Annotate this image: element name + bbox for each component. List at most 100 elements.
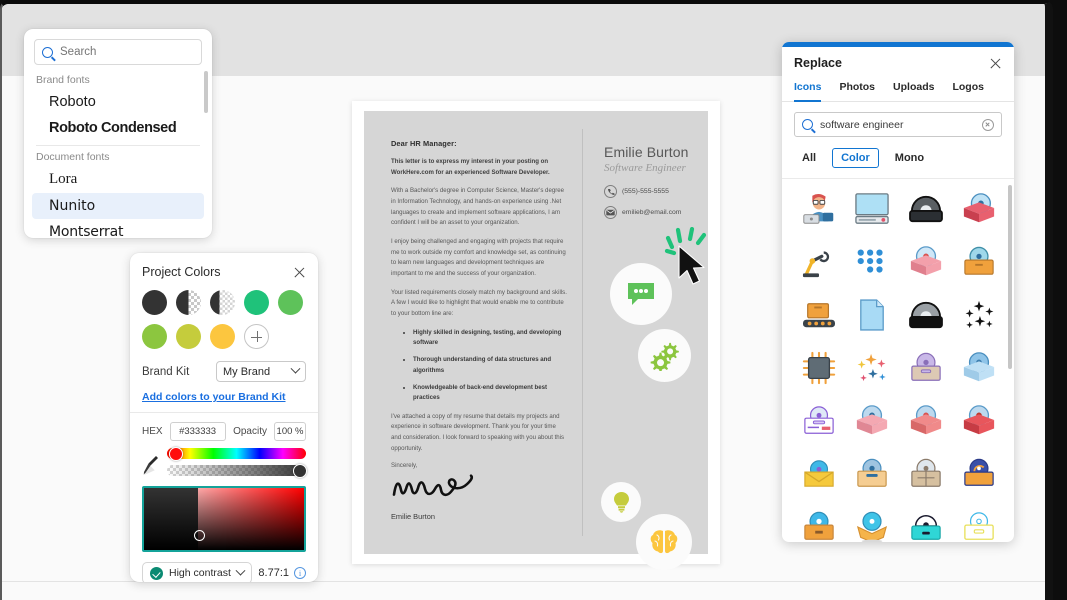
sliders-stack[interactable] [167,446,307,482]
icon-results-grid[interactable] [782,179,1014,542]
icon-result-coral-box-disc[interactable] [901,398,951,444]
icon-result-conveyor-box[interactable] [794,292,844,338]
tab-logos[interactable]: Logos [952,78,984,102]
icon-result-computer-monitor[interactable] [848,186,898,232]
icon-result-robot-arm[interactable] [794,239,844,285]
opacity-input[interactable]: 100 % [274,422,306,441]
clear-icon[interactable] [982,118,994,131]
icon-result-orange-box-disc-2[interactable] [794,504,844,542]
add-colors-link[interactable]: Add colors to your Brand Kit [130,382,318,412]
icon-result-navy-box-disc[interactable] [955,451,1005,497]
contrast-ratio-value: 8.77:1 [258,567,289,579]
icon-result-color-sparkle[interactable] [848,345,898,391]
color-swatch-dark-half[interactable] [176,290,201,315]
icon-result-lightblue-box-disc[interactable] [955,345,1005,391]
icon-result-pink-box-disc-2[interactable] [848,398,898,444]
brain-icon[interactable] [636,514,692,570]
letter-paragraph-3: I enjoy being challenged and engaging wi… [391,237,566,277]
icon-result-gray-dome[interactable] [901,292,951,338]
icon-result-black-sparkle[interactable] [955,292,1005,338]
filter-mono[interactable]: Mono [887,149,932,167]
brand-kit-select[interactable]: My Brand [216,361,306,382]
signature-mark [391,472,567,503]
icon-result-tan-box-disc[interactable] [901,345,951,391]
close-icon[interactable] [293,266,306,279]
info-icon[interactable]: i [294,567,306,579]
font-search-input[interactable] [60,46,194,58]
eyedropper-icon[interactable] [142,453,160,477]
font-item-lora[interactable]: Lora [32,166,204,193]
document-card[interactable]: Dear HR Manager: This letter is to expre… [352,101,720,570]
font-item-roboto[interactable]: Roboto [32,89,204,115]
icon-result-blue-document[interactable] [848,292,898,338]
lightbulb-icon[interactable] [601,482,641,522]
font-picker-panel[interactable]: Brand fonts Roboto Roboto Condensed Docu… [24,29,212,238]
color-swatch-grid[interactable] [130,281,318,353]
color-swatch-dark-quarter[interactable] [210,290,235,315]
color-swatch-dark-solid[interactable] [142,290,167,315]
letter-signer-name: Emilie Burton [391,512,435,522]
color-swatch-amber[interactable] [210,324,235,349]
filter-color[interactable]: Color [832,148,879,168]
color-swatch-green-teal[interactable] [244,290,269,315]
project-colors-panel[interactable]: Project Colors Brand Kit My Brand Add co… [130,253,318,582]
icon-filter-row[interactable]: All Color Mono [782,137,1014,179]
document-page[interactable]: Dear HR Manager: This letter is to expre… [364,111,708,570]
letter-paragraph-4: Your listed requirements closely match m… [391,288,567,317]
search-icon [42,46,53,58]
chat-bubble-icon[interactable] [610,263,672,325]
opacity-slider-knob[interactable] [293,463,307,478]
opacity-slider[interactable] [167,463,307,478]
icon-result-outline-box-disc[interactable] [955,504,1005,542]
hex-input[interactable]: #333333 [169,422,226,441]
contrast-dropdown[interactable]: High contrast [142,562,252,582]
tab-icons[interactable]: Icons [794,78,822,102]
icon-result-orange-open-box[interactable] [848,504,898,542]
phone-icon [604,185,617,198]
color-swatch-green-medium[interactable] [278,290,303,315]
icon-result-cyan-box-disc[interactable] [901,504,951,542]
saturation-value-picker[interactable] [142,486,306,552]
icon-result-brown-box-disc[interactable] [901,451,951,497]
letter-bullet-2: Thorough understanding of data structure… [413,355,567,376]
icon-result-purple-card[interactable] [794,398,844,444]
contact-role: Software Engineer [604,162,686,174]
icon-result-microchip[interactable] [794,345,844,391]
icon-search-field[interactable] [794,112,1002,137]
add-color-button[interactable] [244,324,269,349]
tab-photos[interactable]: Photos [839,78,875,102]
hue-slider[interactable] [167,446,306,461]
hue-slider-knob[interactable] [169,446,183,461]
contact-phone-text: (555)-555-5555 [622,188,669,195]
hex-opacity-row: HEX #333333 Opacity 100 % [130,413,318,441]
letter-signoff: Sincerely, [391,462,418,470]
gears-icon[interactable] [638,329,691,382]
icon-result-tan-box-disc-2[interactable] [848,451,898,497]
font-list-scrollbar-thumb[interactable] [204,71,208,113]
filter-all[interactable]: All [794,149,824,167]
icon-result-orange-box-disc[interactable] [955,239,1005,285]
replace-panel[interactable]: Replace Icons Photos Uploads Logos All C… [782,42,1014,542]
font-item-roboto-condensed[interactable]: Roboto Condensed [32,115,204,141]
icon-result-red-box-disc[interactable] [955,186,1005,232]
icon-grid-scrollbar-thumb[interactable] [1008,185,1012,369]
tab-uploads[interactable]: Uploads [893,78,934,102]
panel-title: Replace [794,56,842,70]
font-item-montserrat[interactable]: Montserrat [32,219,204,238]
font-item-nunito[interactable]: Nunito [32,193,204,219]
icon-result-dark-dome[interactable] [901,186,951,232]
hex-label: HEX [142,426,163,437]
icon-search-input[interactable] [820,118,975,131]
color-swatch-yellow-green[interactable] [176,324,201,349]
icon-result-yellow-envelope[interactable] [794,451,844,497]
color-swatch-green-light[interactable] [142,324,167,349]
icon-result-developer-avatar[interactable] [794,186,844,232]
icon-result-pink-box-disc[interactable] [901,239,951,285]
sv-picker-knob[interactable] [193,530,205,542]
icon-result-blue-dots[interactable] [848,239,898,285]
icon-result-red-box-disc-2[interactable] [955,398,1005,444]
font-search-field[interactable] [34,39,202,65]
replace-tabs[interactable]: Icons Photos Uploads Logos [782,78,1014,102]
letter-closing-paragraph: I've attached a copy of my resume that d… [391,412,565,452]
close-icon[interactable] [989,57,1002,70]
